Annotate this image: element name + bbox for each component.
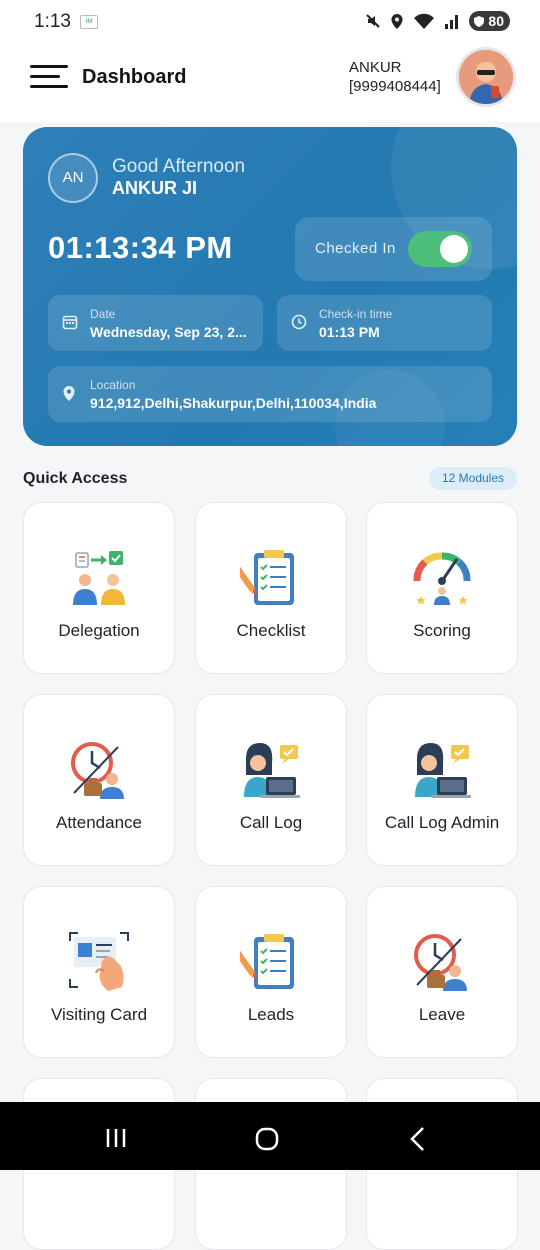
checkin-time-tile: Check-in time 01:13 PM [277, 295, 492, 351]
status-icons: 80 [365, 11, 510, 31]
module-label: Leads [247, 1005, 295, 1024]
checkin-time-label: Check-in time [319, 307, 393, 321]
user-name: ANKUR [349, 59, 402, 76]
greeting-text: Good Afternoon [112, 156, 246, 177]
module-label: Visiting Card [50, 1005, 148, 1024]
location-icon [391, 13, 403, 29]
date-value: Wednesday, Sep 23, 2... [90, 324, 247, 340]
greeting-name: ANKUR JI [112, 178, 198, 198]
module-label: Attendance [55, 813, 142, 832]
date-tile: Date Wednesday, Sep 23, 2... [48, 295, 263, 351]
clock-icon [291, 314, 307, 330]
location-tile: Location 912,912,Delhi,Shakurpur,Delhi,1… [48, 366, 492, 422]
module-label: Call Log [239, 813, 303, 832]
status-bar: 1:13 IM 80 [0, 0, 540, 44]
module-label: Scoring [413, 621, 471, 640]
checked-in-label: Checked In [315, 240, 396, 257]
module-call-log[interactable]: Call Log [195, 694, 347, 866]
module-scoring[interactable]: Scoring [366, 502, 518, 674]
date-label: Date [90, 307, 116, 321]
signal-icon [445, 15, 459, 29]
leave-clock-icon [414, 934, 467, 991]
live-clock: 01:13:34 PM [48, 230, 233, 265]
wifi-icon [414, 13, 435, 29]
checklist-icon [240, 550, 294, 605]
call-log-icon [244, 743, 300, 798]
page-title: Dashboard [82, 66, 187, 88]
user-initials: AN [48, 153, 98, 203]
location-pin-icon [63, 386, 75, 401]
module-label: Delegation [58, 621, 140, 640]
calendar-icon [62, 315, 78, 330]
user-phone: [9999408444] [349, 78, 441, 95]
leads-clipboard-icon [240, 934, 294, 989]
status-time: 1:13 [34, 11, 71, 32]
battery-level: 80 [488, 13, 504, 29]
recent-apps-icon[interactable] [105, 1127, 127, 1149]
module-visiting-card[interactable]: Visiting Card [23, 886, 175, 1058]
quick-access-title: Quick Access [23, 470, 128, 487]
module-label: Leave [418, 1005, 466, 1024]
location-value: 912,912,Delhi,Shakurpur,Delhi,110034,Ind… [90, 395, 377, 411]
attendance-clock-icon [71, 742, 124, 799]
checkin-time-value: 01:13 PM [319, 324, 380, 340]
module-checklist[interactable]: Checklist [195, 502, 347, 674]
visiting-card-icon [69, 932, 129, 991]
checkin-toggle[interactable] [408, 231, 472, 267]
call-log-admin-icon [415, 743, 471, 798]
location-label: Location [90, 378, 136, 392]
mute-icon [366, 14, 381, 28]
module-leave[interactable]: Leave [366, 886, 518, 1058]
menu-icon[interactable] [30, 65, 68, 95]
module-attendance[interactable]: Attendance [23, 694, 175, 866]
scoring-gauge-icon [413, 552, 471, 605]
module-delegation[interactable]: Delegation [23, 502, 175, 674]
app-notification-icon: IM [80, 15, 98, 29]
module-label: Call Log Admin [384, 813, 500, 832]
battery-indicator: 80 [469, 11, 510, 31]
back-icon[interactable] [408, 1126, 428, 1152]
module-call-log-admin[interactable]: Call Log Admin [366, 694, 518, 866]
modules-count-badge: 12 Modules [429, 467, 517, 490]
module-label: Checklist [236, 621, 306, 640]
app-header: Dashboard ANKUR [9999408444] [0, 44, 540, 122]
battery-shield-icon [474, 16, 485, 27]
attendance-card: AN Good Afternoon ANKUR JI 01:13:34 PM C… [23, 127, 517, 446]
checkin-panel: Checked In [295, 217, 492, 281]
delegation-icon [73, 551, 125, 605]
avatar[interactable] [459, 50, 513, 104]
home-icon[interactable] [255, 1127, 279, 1151]
module-leads[interactable]: Leads [195, 886, 347, 1058]
system-nav-bar [0, 1102, 540, 1170]
